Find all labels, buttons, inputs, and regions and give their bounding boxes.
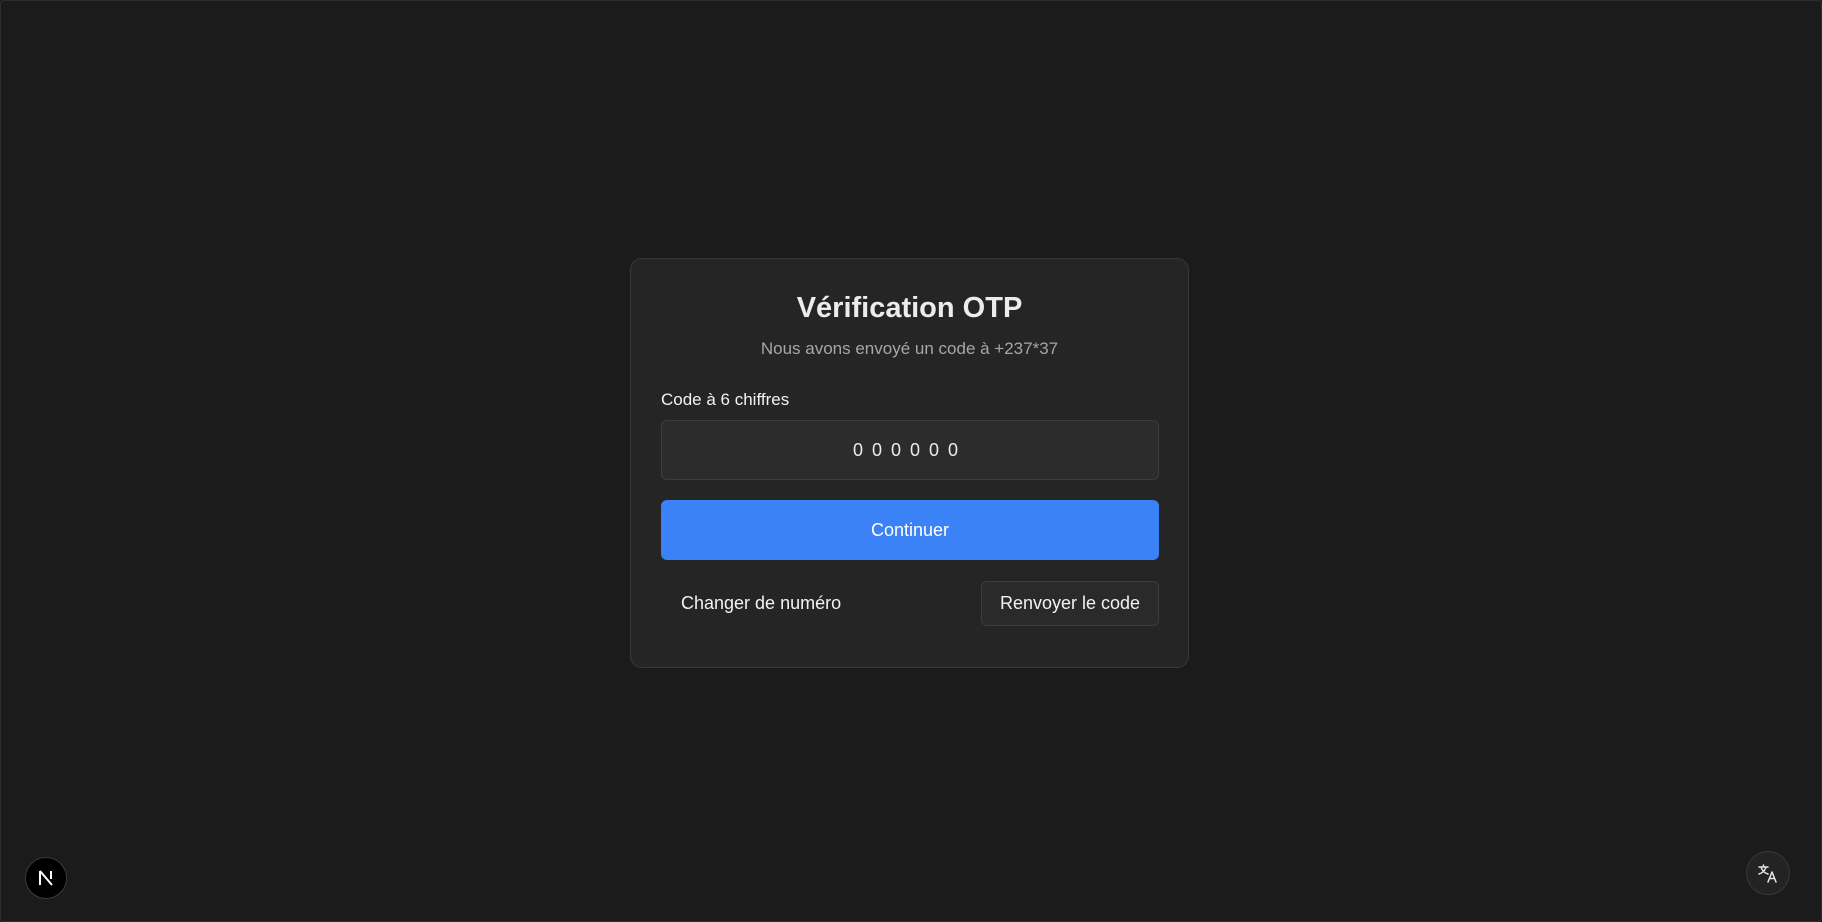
otp-code-input[interactable] (661, 420, 1159, 480)
app-window: Vérification OTP Nous avons envoyé un co… (0, 0, 1822, 922)
page-subtitle: Nous avons envoyé un code à +237*37 (760, 339, 1059, 358)
translate-glyph (1758, 864, 1777, 883)
n-logo-glyph (39, 870, 53, 886)
secondary-actions: Changer de numéro Renvoyer le code (661, 581, 1159, 626)
otp-card: Vérification OTP Nous avons envoyé un co… (630, 258, 1189, 668)
code-label: Code à 6 chiffres (661, 390, 790, 409)
page-title: Vérification OTP (796, 292, 1023, 324)
translate-icon[interactable] (1746, 851, 1790, 895)
change-number-button[interactable]: Changer de numéro (661, 582, 861, 626)
continue-button[interactable]: Continuer (661, 500, 1159, 560)
nextjs-logo-icon[interactable] (25, 857, 67, 899)
resend-code-button[interactable]: Renvoyer le code (981, 581, 1159, 626)
